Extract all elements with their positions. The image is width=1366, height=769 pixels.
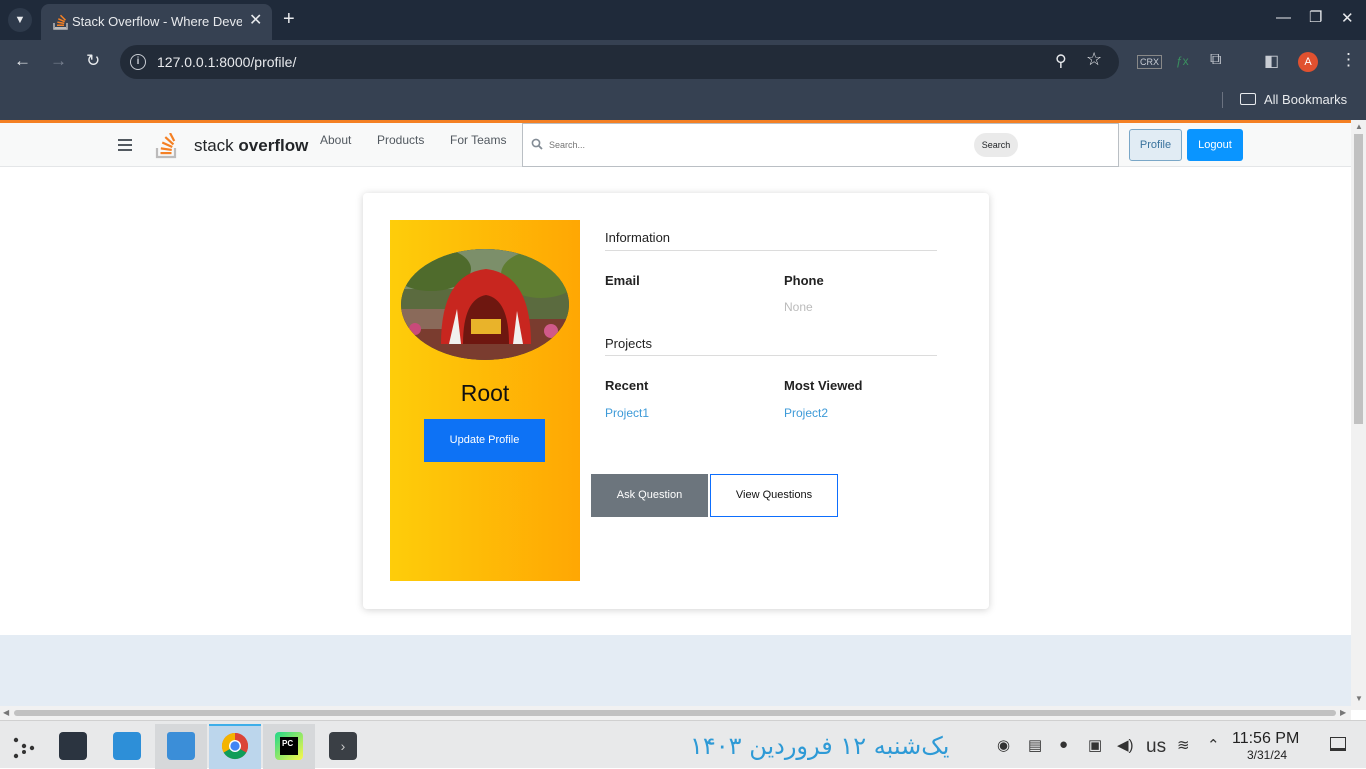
tab-title: Stack Overflow - Where Developers Learn,…: [72, 14, 242, 29]
keyboard-layout-indicator[interactable]: us: [1146, 736, 1166, 758]
horizontal-scrollbar[interactable]: ◀ ▶: [0, 706, 1351, 720]
horizontal-scroll-thumb[interactable]: [14, 710, 1336, 716]
formula-extension-icon[interactable]: ƒx: [1176, 54, 1189, 68]
chrome-app-icon: [221, 732, 249, 760]
tab-close-icon[interactable]: ✕: [249, 13, 262, 29]
all-bookmarks-button[interactable]: All Bookmarks: [1264, 92, 1347, 107]
information-heading: Information: [605, 230, 671, 245]
back-icon[interactable]: ←: [14, 51, 31, 71]
email-label: Email: [605, 273, 640, 288]
pycharm-app-icon: PC: [275, 732, 303, 760]
reload-icon[interactable]: ↻: [86, 51, 100, 71]
profile-avatar-image: [401, 249, 569, 360]
bookmarks-divider: [1222, 92, 1223, 108]
browser-tab[interactable]: Stack Overflow - Where Developers Learn,…: [41, 4, 272, 40]
nav-link-about[interactable]: About: [320, 133, 351, 147]
bookmark-star-icon[interactable]: ☆: [1086, 49, 1102, 70]
settings-sliders-icon: [59, 732, 87, 760]
night-light-bulb-icon[interactable]: ●: [1059, 736, 1068, 753]
page-viewport: stack overflow About Products For Teams …: [0, 120, 1351, 710]
browser-tab-bar: ▼ Stack Overflow - Where Developers Lear…: [0, 0, 1366, 40]
show-desktop-icon[interactable]: [1330, 737, 1346, 751]
bookmarks-bar: All Bookmarks: [0, 84, 1366, 120]
profile-button[interactable]: Profile: [1129, 129, 1182, 161]
stackoverflow-logo-icon[interactable]: [155, 133, 179, 159]
scroll-right-arrow-icon[interactable]: ▶: [1340, 708, 1346, 717]
site-info-icon[interactable]: i: [130, 54, 146, 70]
most-viewed-label: Most Viewed: [784, 378, 863, 393]
search-button[interactable]: Search: [974, 133, 1018, 157]
browser-toolbar: ← → ↻ i 127.0.0.1:8000/profile/ ⚲ ☆ CRX …: [0, 40, 1366, 84]
profile-sidebar: Root Update Profile: [390, 220, 580, 581]
browser-menu-icon[interactable]: ⋮: [1340, 50, 1357, 70]
pycharm-taskbar-icon[interactable]: PC: [263, 724, 315, 769]
phone-value: None: [784, 300, 813, 314]
folder-app-icon: [167, 732, 195, 760]
page-footer: [0, 635, 1351, 710]
most-viewed-project-link[interactable]: Project2: [784, 406, 828, 420]
profile-card: Root Update Profile Information Email Ph…: [363, 193, 989, 609]
url-text[interactable]: 127.0.0.1:8000/profile/: [157, 54, 296, 70]
recent-label: Recent: [605, 378, 649, 393]
terminal-taskbar-icon[interactable]: ›: [317, 724, 369, 769]
scroll-up-arrow-icon[interactable]: ▲: [1355, 122, 1363, 131]
volume-icon[interactable]: ◀): [1117, 736, 1134, 754]
site-navbar: stack overflow About Products For Teams …: [0, 123, 1351, 167]
app-launcher-icon[interactable]: [0, 724, 52, 769]
search-bar: Search: [522, 123, 1119, 167]
search-input[interactable]: [549, 137, 969, 153]
update-notifier-icon[interactable]: ◉: [997, 736, 1010, 754]
information-divider: [605, 250, 937, 251]
crx-extension-icon[interactable]: CRX: [1137, 55, 1163, 69]
nav-link-for-teams[interactable]: For Teams: [450, 133, 506, 147]
wifi-icon[interactable]: ≋: [1177, 736, 1190, 754]
address-bar[interactable]: i 127.0.0.1:8000/profile/ ⚲ ☆: [120, 45, 1119, 79]
ask-question-button[interactable]: Ask Question: [591, 474, 708, 517]
terminal-app-icon: ›: [329, 732, 357, 760]
folder-icon[interactable]: [1240, 93, 1256, 105]
update-profile-button[interactable]: Update Profile: [424, 419, 545, 462]
site-brand[interactable]: stack overflow: [194, 136, 308, 156]
hamburger-menu-icon[interactable]: [118, 139, 132, 151]
vertical-scroll-thumb[interactable]: [1354, 134, 1363, 424]
stackoverflow-favicon-icon: [53, 14, 68, 30]
launcher-dots-icon: [13, 737, 35, 759]
clock-date[interactable]: 3/31/24: [1247, 748, 1287, 762]
clipboard-icon[interactable]: ▤: [1028, 736, 1042, 754]
search-icon: [531, 138, 543, 150]
recent-project-link[interactable]: Project1: [605, 406, 649, 420]
store-bag-icon: [113, 732, 141, 760]
nav-link-products[interactable]: Products: [377, 133, 424, 147]
profile-name: Root: [460, 380, 510, 406]
projects-divider: [605, 355, 937, 356]
logout-button[interactable]: Logout: [1187, 129, 1243, 161]
file-manager-taskbar-icon[interactable]: [155, 724, 207, 769]
brand-bold-text: overflow: [238, 136, 309, 155]
close-window-icon[interactable]: ✕: [1341, 9, 1354, 27]
new-tab-icon[interactable]: +: [283, 8, 295, 30]
tray-expand-chevron-icon[interactable]: ⌃: [1207, 736, 1220, 754]
side-panel-icon[interactable]: ◧: [1264, 51, 1279, 71]
brand-light-text: stack: [194, 136, 239, 155]
restore-icon[interactable]: ❐: [1309, 8, 1322, 26]
os-taskbar: PC › یک‌شنبه ۱۲ فروردین ۱۴۰۳ ◉ ▤ ● ▣ ◀) …: [0, 720, 1366, 769]
clock-time[interactable]: 11:56 PM: [1232, 730, 1299, 748]
forward-icon[interactable]: →: [50, 51, 67, 71]
projects-heading: Projects: [605, 336, 652, 351]
minimize-icon[interactable]: —: [1276, 9, 1291, 26]
vertical-scrollbar[interactable]: ▲ ▼: [1351, 120, 1366, 710]
discover-store-taskbar-icon[interactable]: [101, 724, 153, 769]
browser-profile-avatar[interactable]: A: [1298, 52, 1318, 72]
persian-calendar-date[interactable]: یک‌شنبه ۱۲ فروردین ۱۴۰۳: [690, 732, 949, 760]
chrome-taskbar-icon[interactable]: [209, 724, 261, 769]
view-questions-button[interactable]: View Questions: [710, 474, 838, 517]
zoom-icon[interactable]: ⚲: [1055, 51, 1067, 71]
scroll-down-arrow-icon[interactable]: ▼: [1355, 694, 1363, 703]
scroll-left-arrow-icon[interactable]: ◀: [3, 708, 9, 717]
phone-label: Phone: [784, 273, 824, 288]
extensions-puzzle-icon[interactable]: ⧉: [1210, 51, 1221, 69]
vault-lock-icon[interactable]: ▣: [1088, 736, 1102, 754]
tab-search-chevron-icon[interactable]: ▼: [8, 8, 32, 32]
system-settings-taskbar-icon[interactable]: [47, 724, 99, 769]
